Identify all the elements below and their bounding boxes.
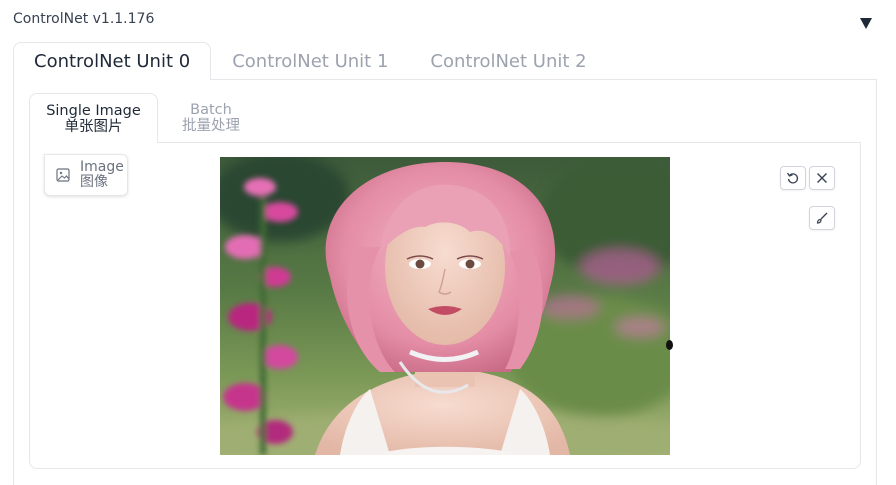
clear-button[interactable] [809,166,835,190]
image-input-label: Image 图像 [44,154,128,196]
image-label-en: Image [80,159,124,175]
tab-label: ControlNet Unit 1 [232,50,389,72]
tab-label-en: Single Image [46,102,141,119]
tab-label: ControlNet Unit 0 [34,51,191,72]
panel-title: ControlNet v1.1.176 [13,11,155,27]
triangle-down-icon[interactable] [856,14,876,32]
tab-single-image[interactable]: Single Image 单张图片 [29,93,158,143]
undo-icon [786,172,799,184]
resize-handle[interactable] [666,340,673,350]
undo-button[interactable] [780,166,806,190]
brush-button[interactable] [809,206,835,230]
mode-tab-bar: Single Image 单张图片 Batch 批量处理 [29,93,264,143]
tab-controlnet-unit-0[interactable]: ControlNet Unit 0 [13,42,212,80]
image-label-zh: 图像 [80,174,108,190]
tab-batch[interactable]: Batch 批量处理 [158,93,264,143]
tab-label: ControlNet Unit 2 [430,50,587,72]
tab-controlnet-unit-1[interactable]: ControlNet Unit 1 [211,42,409,80]
image-preview[interactable] [220,157,670,455]
portrait-image [220,157,670,455]
unit-tab-bar: ControlNet Unit 0 ControlNet Unit 1 Cont… [13,42,608,80]
tab-label-zh: 批量处理 [182,118,240,134]
tab-label-en: Batch [190,102,232,118]
brush-icon [816,212,828,224]
tab-controlnet-unit-2[interactable]: ControlNet Unit 2 [409,42,607,80]
tab-label-zh: 单张图片 [64,118,123,135]
image-icon [56,168,70,182]
close-icon [817,173,827,183]
